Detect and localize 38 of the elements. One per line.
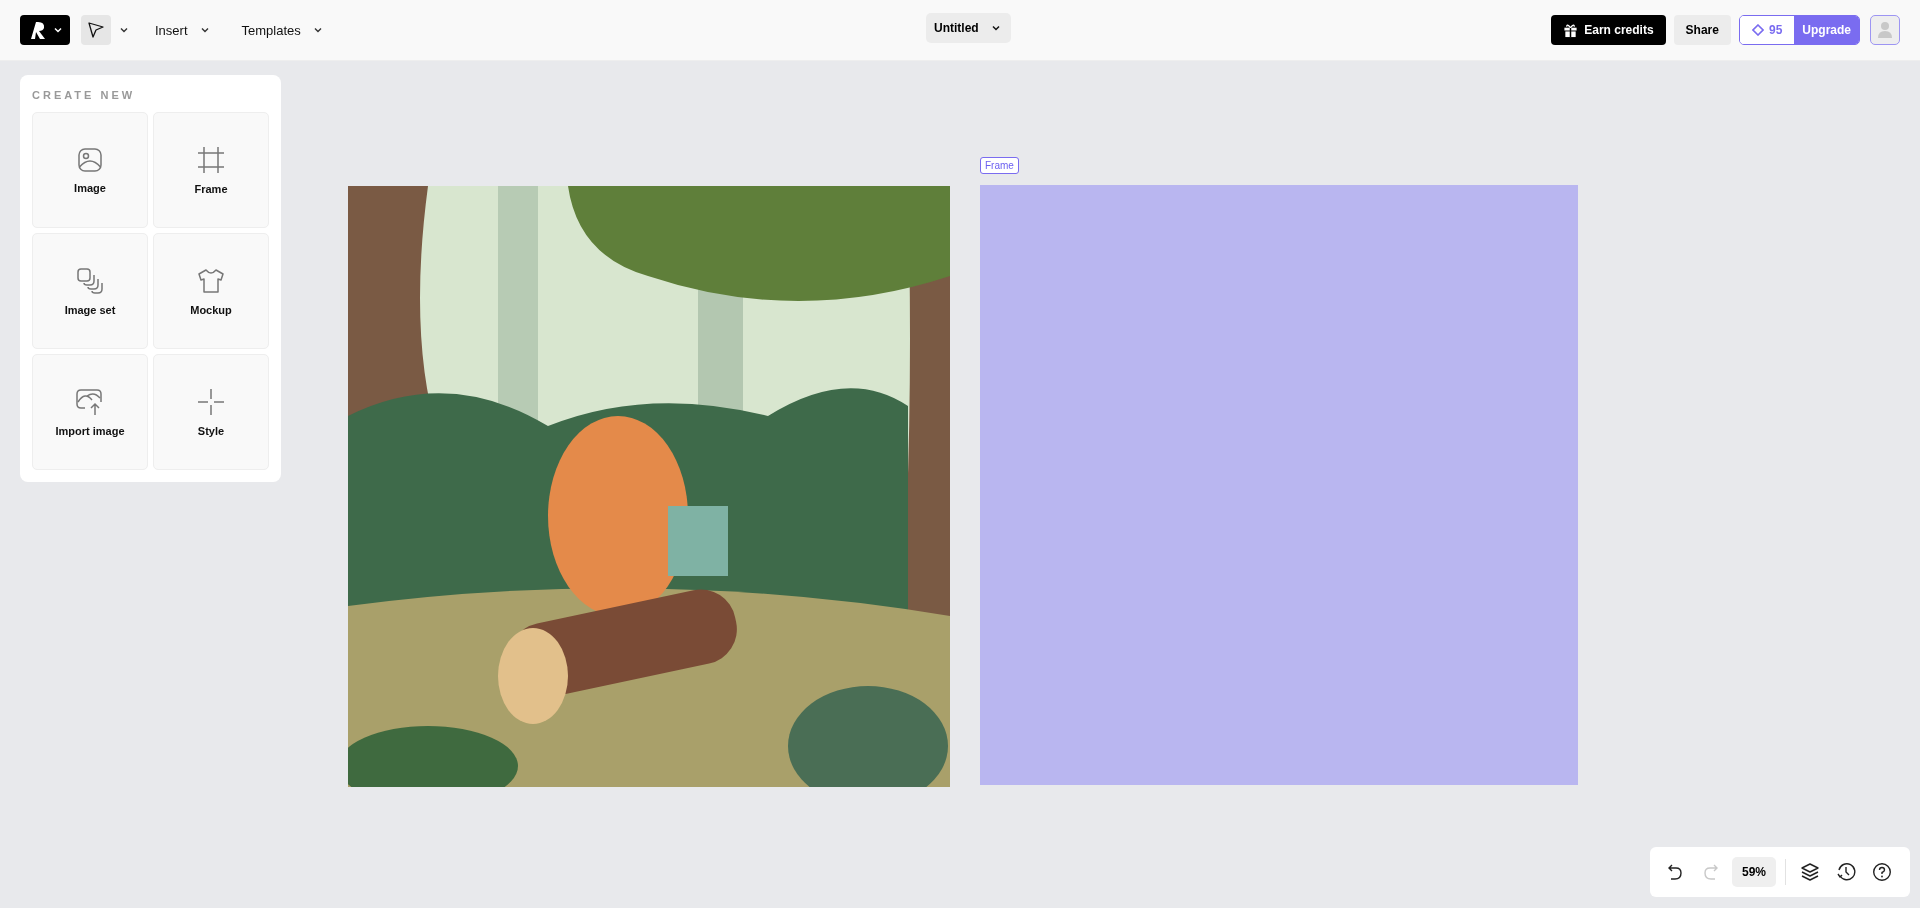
create-tile[interactable]: Frame <box>153 112 269 228</box>
image-icon <box>77 146 103 173</box>
chevron-down-icon <box>199 25 210 35</box>
redo-icon <box>1702 863 1720 881</box>
upgrade-button[interactable]: Upgrade <box>1794 16 1859 44</box>
logo-menu-button[interactable] <box>20 15 70 45</box>
image-upload-icon <box>75 387 105 416</box>
layers-icon <box>1800 862 1821 882</box>
credits-count: 95 <box>1739 16 1795 44</box>
chevron-down-icon <box>990 23 1001 33</box>
panel-title: CREATE NEW <box>32 89 137 101</box>
menu-button[interactable]: Insert <box>147 16 218 44</box>
history-icon <box>1836 862 1857 882</box>
document-title-button[interactable]: Untitled <box>926 13 1011 43</box>
diamond-icon <box>1751 24 1764 36</box>
select-tool-button[interactable] <box>81 15 111 45</box>
gift-icon <box>1563 22 1579 38</box>
user-icon <box>1877 21 1893 39</box>
menu-button[interactable]: Templates <box>233 16 331 44</box>
cursor-icon <box>87 21 105 39</box>
t-shirt-icon <box>197 266 225 295</box>
chevron-down-icon <box>53 25 63 35</box>
frame-icon <box>197 145 225 174</box>
chevron-down-icon <box>312 25 323 35</box>
create-tile[interactable]: Style <box>153 354 269 470</box>
create-tile[interactable]: Mockup <box>153 233 269 349</box>
earn-credits-button[interactable]: Earn credits <box>1551 15 1666 45</box>
crosshair-icon <box>197 387 225 416</box>
chevron-down-icon[interactable] <box>119 25 129 35</box>
stacked-images-icon <box>76 266 104 295</box>
help-icon <box>1872 862 1893 882</box>
zoom-level-button[interactable]: 59% <box>1732 857 1777 887</box>
share-button[interactable]: Share <box>1673 15 1731 45</box>
create-tile[interactable]: Image <box>32 112 148 228</box>
create-tile[interactable]: Import image <box>32 354 148 470</box>
frame-label: Frame <box>980 157 1019 174</box>
create-tile[interactable]: Image set <box>32 233 148 349</box>
undo-icon <box>1666 863 1684 881</box>
